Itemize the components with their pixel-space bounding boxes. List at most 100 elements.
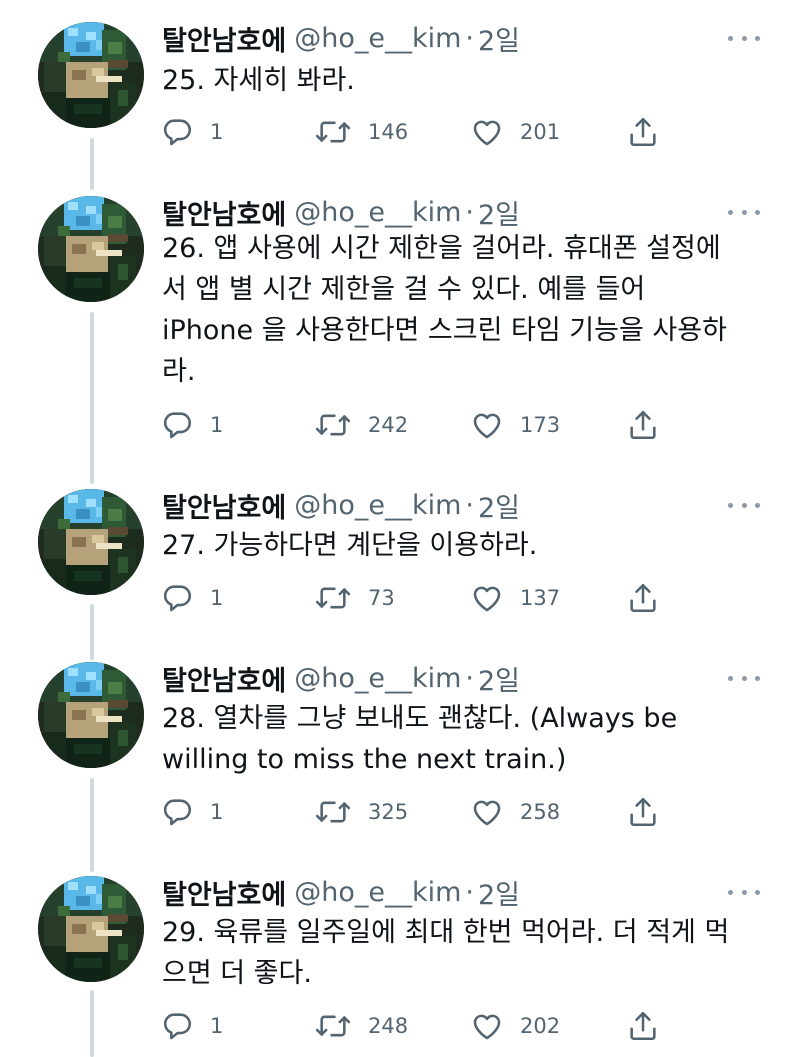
tweet-header: 탈안남호에 @ho_e__kim · 2일 [162, 192, 520, 232]
share-button[interactable] [626, 407, 660, 443]
display-name[interactable]: 탈안남호에 [162, 486, 286, 525]
retweet-count: 73 [368, 586, 395, 610]
timestamp[interactable]: 2일 [478, 193, 520, 232]
retweet-icon [314, 795, 352, 829]
reply-count: 1 [210, 800, 224, 824]
tweet-text: 28. 열차를 그냥 보내도 괜찮다. (Always be willing t… [162, 703, 678, 775]
tweet-header: 탈안남호에 @ho_e__kim · 2일 [162, 658, 520, 698]
reply-count: 1 [210, 1014, 224, 1038]
tweet[interactable]: 탈안남호에 @ho_e__kim · 2일 28. 열차를 그냥 보내도 괜찮다… [0, 658, 800, 848]
retweet-icon [314, 408, 352, 442]
reply-button[interactable]: 1 [160, 580, 223, 616]
user-handle[interactable]: @ho_e__kim [294, 197, 461, 228]
separator-dot: · [465, 196, 474, 228]
user-handle[interactable]: @ho_e__kim [294, 23, 461, 54]
reply-button[interactable]: 1 [160, 407, 223, 443]
heart-icon [470, 1009, 504, 1043]
retweet-button[interactable]: 325 [314, 794, 408, 830]
tweet[interactable]: 탈안남호에 @ho_e__kim · 2일 26. 앱 사용에 시간 제한을 걸… [0, 192, 800, 462]
share-button[interactable] [626, 1008, 660, 1044]
avatar[interactable] [38, 196, 144, 302]
timestamp[interactable]: 2일 [478, 659, 520, 698]
share-icon [626, 115, 660, 149]
tweet[interactable]: 탈안남호에 @ho_e__kim · 2일 29. 육류를 일주일에 최대 한번… [0, 872, 800, 1057]
share-button[interactable] [626, 794, 660, 830]
like-button[interactable]: 201 [470, 114, 560, 150]
tweet-actions: 1 146 201 [160, 114, 680, 150]
like-button[interactable]: 137 [470, 580, 560, 616]
more-icon[interactable] [728, 30, 760, 46]
display-name[interactable]: 탈안남호에 [162, 19, 286, 58]
retweet-count: 248 [368, 1014, 409, 1038]
tweet[interactable]: 탈안남호에 @ho_e__kim · 2일 27. 가능하다면 계단을 이용하라… [0, 485, 800, 625]
separator-dot: · [465, 876, 474, 908]
retweet-count: 146 [368, 120, 409, 144]
heart-icon [470, 408, 504, 442]
share-icon [626, 408, 660, 442]
tweet-actions: 1 325 258 [160, 794, 680, 830]
heart-icon [470, 581, 504, 615]
share-button[interactable] [626, 114, 660, 150]
retweet-button[interactable]: 73 [314, 580, 395, 616]
reply-icon [160, 408, 194, 442]
separator-dot: · [465, 662, 474, 694]
separator-dot: · [465, 22, 474, 54]
separator-dot: · [465, 489, 474, 521]
reply-icon [160, 581, 194, 615]
retweet-icon [314, 581, 352, 615]
timestamp[interactable]: 2일 [478, 873, 520, 912]
retweet-button[interactable]: 242 [314, 407, 408, 443]
like-button[interactable]: 258 [470, 794, 560, 830]
user-handle[interactable]: @ho_e__kim [294, 877, 461, 908]
tweet-header: 탈안남호에 @ho_e__kim · 2일 [162, 872, 520, 912]
reply-icon [160, 1009, 194, 1043]
share-icon [626, 795, 660, 829]
retweet-icon [314, 115, 352, 149]
avatar[interactable] [38, 662, 144, 768]
reply-count: 1 [210, 120, 224, 144]
user-handle[interactable]: @ho_e__kim [294, 490, 461, 521]
display-name[interactable]: 탈안남호에 [162, 659, 286, 698]
like-count: 201 [520, 120, 561, 144]
like-button[interactable]: 202 [470, 1008, 560, 1044]
retweet-count: 325 [368, 800, 409, 824]
more-icon[interactable] [728, 204, 760, 220]
retweet-button[interactable]: 248 [314, 1008, 408, 1044]
tweet[interactable]: 탈안남호에 @ho_e__kim · 2일 25. 자세히 봐라. 1 146 … [0, 18, 800, 168]
like-count: 173 [520, 413, 561, 437]
more-icon[interactable] [728, 670, 760, 686]
like-count: 202 [520, 1014, 561, 1038]
tweet-text: 27. 가능하다면 계단을 이용하라. [162, 530, 538, 561]
timestamp[interactable]: 2일 [478, 486, 520, 525]
avatar[interactable] [38, 489, 144, 595]
like-count: 258 [520, 800, 561, 824]
tweet-text: 29. 육류를 일주일에 최대 한번 먹어라. 더 적게 먹 으면 더 좋다. [162, 917, 730, 989]
avatar[interactable] [38, 876, 144, 982]
share-icon [626, 581, 660, 615]
tweet-actions: 1 73 137 [160, 580, 680, 616]
heart-icon [470, 115, 504, 149]
display-name[interactable]: 탈안남호에 [162, 873, 286, 912]
reply-button[interactable]: 1 [160, 1008, 223, 1044]
tweet-text: 25. 자세히 봐라. [162, 65, 355, 96]
share-button[interactable] [626, 580, 660, 616]
more-icon[interactable] [728, 497, 760, 513]
avatar[interactable] [38, 22, 144, 128]
user-handle[interactable]: @ho_e__kim [294, 663, 461, 694]
reply-count: 1 [210, 586, 224, 610]
tweet-actions: 1 248 202 [160, 1008, 680, 1044]
tweet-header: 탈안남호에 @ho_e__kim · 2일 [162, 485, 520, 525]
retweet-icon [314, 1009, 352, 1043]
reply-button[interactable]: 1 [160, 794, 223, 830]
more-icon[interactable] [728, 884, 760, 900]
retweet-button[interactable]: 146 [314, 114, 408, 150]
reply-icon [160, 795, 194, 829]
retweet-count: 242 [368, 413, 409, 437]
timestamp[interactable]: 2일 [478, 19, 520, 58]
display-name[interactable]: 탈안남호에 [162, 193, 286, 232]
tweet-actions: 1 242 173 [160, 407, 680, 443]
like-button[interactable]: 173 [470, 407, 560, 443]
reply-button[interactable]: 1 [160, 114, 223, 150]
tweet-text: 26. 앱 사용에 시간 제한을 걸어라. 휴대폰 설정에 서 앱 별 시간 제… [162, 233, 727, 387]
share-icon [626, 1009, 660, 1043]
